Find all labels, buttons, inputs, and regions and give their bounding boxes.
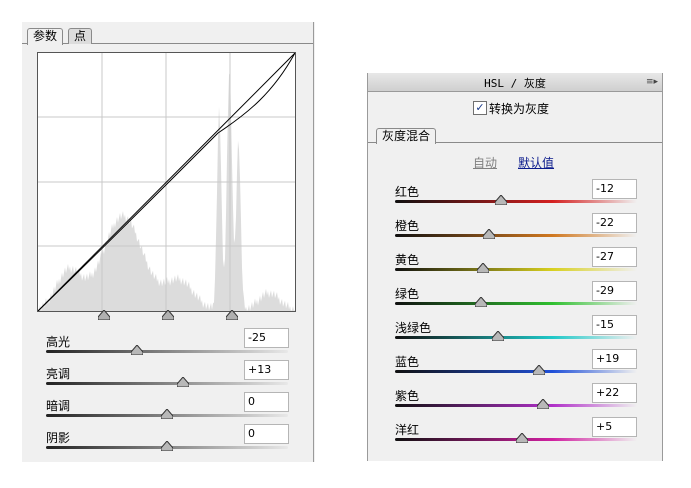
tab-point[interactable]: 点	[68, 28, 93, 44]
auto-link[interactable]: 自动	[473, 154, 497, 171]
highlights-slider-row: 高光 -25	[46, 328, 312, 363]
orange-label: 橙色	[395, 219, 420, 233]
orange-slider-row: 橙色 -22	[395, 213, 637, 251]
tone-curve-graph[interactable]	[37, 52, 296, 312]
green-slider-track[interactable]	[395, 302, 637, 305]
blue-slider-thumb[interactable]	[532, 365, 545, 375]
tone-curve-panel: 参数 点 高光 -25 亮调 +13 暗调 0 阴影 0	[22, 22, 315, 462]
darks-value-field[interactable]: 0	[244, 392, 289, 412]
midtone-split-handle[interactable]	[162, 310, 174, 320]
blue-label: 蓝色	[395, 355, 420, 369]
purple-value-field[interactable]: +22	[592, 383, 637, 403]
red-slider-thumb[interactable]	[495, 195, 508, 205]
magenta-slider-row: 洋红 +5	[395, 417, 637, 455]
tab-parametric[interactable]: 参数	[27, 28, 64, 45]
panel-border	[313, 22, 314, 462]
magenta-label: 洋红	[395, 423, 420, 437]
aqua-slider-row: 浅绿色 -15	[395, 315, 637, 353]
shadows-label: 阴影	[46, 431, 71, 445]
convert-to-grayscale-label: 转换为灰度	[489, 102, 550, 116]
blue-slider-track[interactable]	[395, 370, 637, 373]
blue-value-field[interactable]: +19	[592, 349, 637, 369]
green-slider-row: 绿色 -29	[395, 281, 637, 319]
lights-label: 亮调	[46, 367, 71, 381]
red-value-field[interactable]: -12	[592, 179, 637, 199]
default-link[interactable]: 默认值	[518, 154, 554, 171]
shadows-slider-row: 阴影 0	[46, 424, 312, 459]
darks-label: 暗调	[46, 399, 71, 413]
highlights-slider-thumb[interactable]	[130, 345, 143, 355]
panel-header[interactable]: HSL / 灰度 ≡▸	[368, 73, 662, 92]
gray-tab-bar: 灰度混合	[368, 128, 662, 144]
highlights-label: 高光	[46, 335, 71, 349]
tone-curve-svg	[38, 53, 295, 311]
yellow-value-field[interactable]: -27	[592, 247, 637, 267]
tab-baseline	[22, 43, 313, 44]
lights-slider-row: 亮调 +13	[46, 360, 312, 395]
purple-slider-track[interactable]	[395, 404, 637, 407]
red-slider-row: 红色 -12	[395, 179, 637, 217]
magenta-slider-thumb[interactable]	[516, 433, 529, 443]
yellow-slider-track[interactable]	[395, 268, 637, 271]
lights-slider-thumb[interactable]	[176, 377, 189, 387]
orange-slider-thumb[interactable]	[483, 229, 496, 239]
magenta-value-field[interactable]: +5	[592, 417, 637, 437]
red-slider-track[interactable]	[395, 200, 637, 203]
aqua-slider-thumb[interactable]	[491, 331, 504, 341]
red-label: 红色	[395, 185, 420, 199]
curve-tab-bar: 参数 点	[22, 22, 313, 45]
green-slider-thumb[interactable]	[474, 297, 487, 307]
highlights-value-field[interactable]: -25	[244, 328, 289, 348]
yellow-label: 黄色	[395, 253, 420, 267]
yellow-slider-row: 黄色 -27	[395, 247, 637, 285]
hsl-grayscale-panel: HSL / 灰度 ≡▸ ✓ 转换为灰度 灰度混合 自动 默认值 红色 -12 橙…	[367, 73, 663, 461]
panel-title: HSL / 灰度	[484, 77, 546, 90]
aqua-label: 浅绿色	[395, 321, 432, 335]
darks-slider-thumb[interactable]	[161, 409, 173, 419]
lights-slider-track[interactable]	[46, 382, 288, 385]
shadows-slider-thumb[interactable]	[161, 441, 173, 451]
convert-to-grayscale-checkbox[interactable]: ✓	[473, 101, 487, 115]
shadows-value-field[interactable]: 0	[244, 424, 289, 444]
darks-slider-row: 暗调 0	[46, 392, 312, 427]
tab-grayscale-mix[interactable]: 灰度混合	[376, 128, 437, 144]
purple-slider-row: 紫色 +22	[395, 383, 637, 421]
lights-value-field[interactable]: +13	[244, 360, 289, 380]
blue-slider-row: 蓝色 +19	[395, 349, 637, 387]
panel-menu-icon[interactable]: ≡▸	[646, 77, 658, 87]
green-value-field[interactable]: -29	[592, 281, 637, 301]
aqua-slider-track[interactable]	[395, 336, 637, 339]
orange-slider-track[interactable]	[395, 234, 637, 237]
highlight-split-handle[interactable]	[226, 310, 238, 320]
purple-label: 紫色	[395, 389, 420, 403]
orange-value-field[interactable]: -22	[592, 213, 637, 233]
aqua-value-field[interactable]: -15	[592, 315, 637, 335]
green-label: 绿色	[395, 287, 420, 301]
yellow-slider-thumb[interactable]	[477, 263, 490, 273]
shadow-split-handle[interactable]	[98, 310, 110, 320]
purple-slider-thumb[interactable]	[536, 399, 549, 409]
highlights-slider-track[interactable]	[46, 350, 288, 353]
